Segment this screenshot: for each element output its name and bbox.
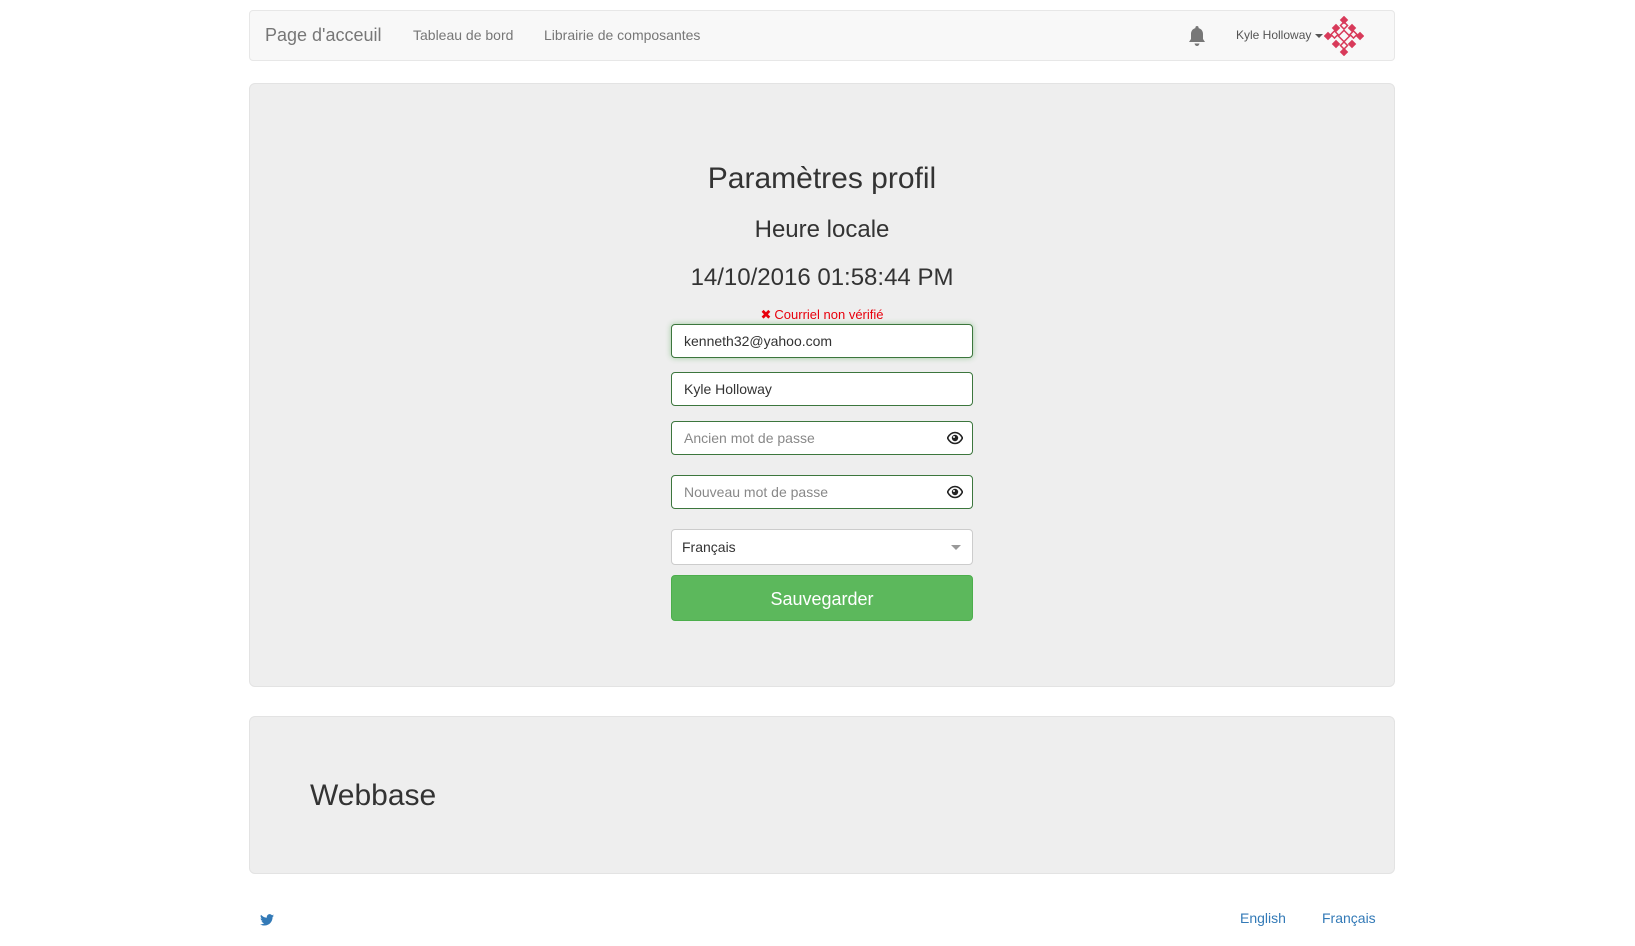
profile-settings-panel: Paramètres profil Heure locale 14/10/201… xyxy=(249,83,1395,687)
twitter-icon[interactable] xyxy=(260,914,274,926)
new-password-field[interactable] xyxy=(671,475,973,509)
x-icon: ✖ xyxy=(760,307,772,322)
old-password-field[interactable] xyxy=(671,421,973,455)
email-field[interactable] xyxy=(671,324,973,358)
chevron-down-icon xyxy=(1315,33,1324,38)
local-time-heading: Heure locale xyxy=(754,216,890,243)
bell-icon[interactable] xyxy=(1185,24,1209,48)
local-time-value: 14/10/2016 01:58:44 PM xyxy=(690,264,954,291)
footer-banner: Webbase xyxy=(249,716,1395,874)
old-password-input[interactable] xyxy=(672,422,934,454)
page-title: Paramètres profil xyxy=(707,162,937,195)
language-link-english[interactable]: English xyxy=(1240,910,1286,926)
language-select-value: Français xyxy=(682,539,736,555)
nav-link-dashboard[interactable]: Tableau de bord xyxy=(413,11,513,60)
nav-link-component-library[interactable]: Librairie de composantes xyxy=(544,11,700,60)
name-field[interactable] xyxy=(671,372,973,406)
eye-icon[interactable] xyxy=(947,485,963,499)
chevron-down-icon xyxy=(951,545,961,550)
top-navbar: Page d'acceuil Tableau de bord Librairie… xyxy=(249,10,1395,61)
new-password-input[interactable] xyxy=(672,476,934,508)
footer-title: Webbase xyxy=(310,779,437,812)
save-button[interactable]: Sauvegarder xyxy=(671,575,973,621)
email-unverified-alert: ✖ Courriel non vérifié xyxy=(250,307,1394,323)
eye-icon[interactable] xyxy=(947,431,963,445)
email-unverified-text: Courriel non vérifié xyxy=(774,307,884,322)
avatar[interactable] xyxy=(1324,16,1364,56)
home-link[interactable]: Page d'acceuil xyxy=(265,11,382,60)
email-input[interactable] xyxy=(672,325,934,357)
user-menu[interactable]: Kyle Holloway xyxy=(1236,11,1324,60)
user-name: Kyle Holloway xyxy=(1236,28,1312,42)
language-select[interactable]: Français xyxy=(671,529,973,565)
name-input[interactable] xyxy=(672,373,934,405)
language-link-french[interactable]: Français xyxy=(1322,910,1376,926)
